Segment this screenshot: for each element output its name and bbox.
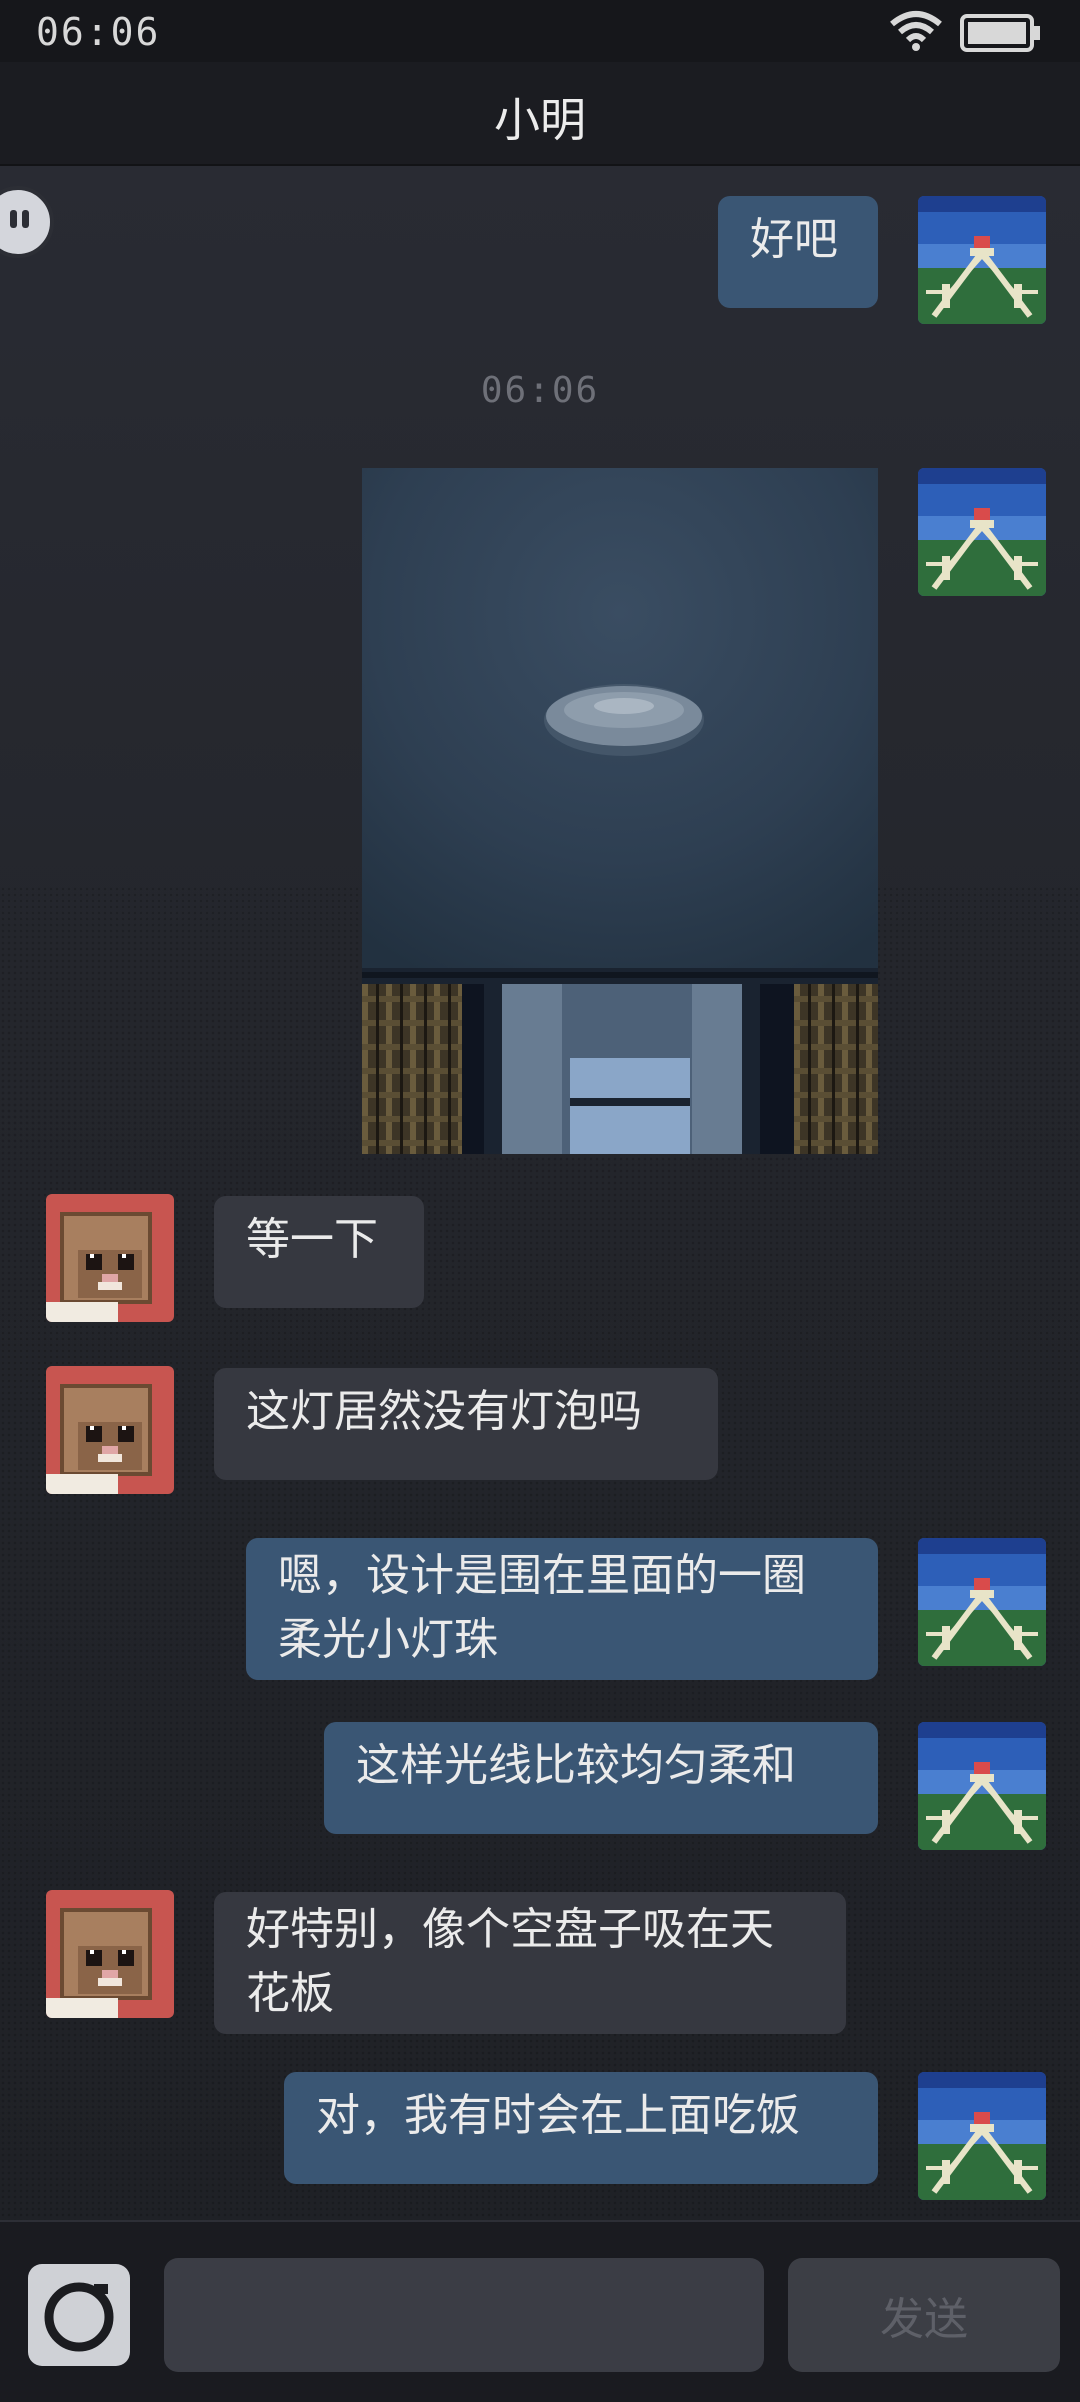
- message-timestamp: 06:06: [480, 370, 600, 411]
- battery-icon: [960, 14, 1040, 52]
- other-avatar[interactable]: [46, 1890, 174, 2018]
- my-avatar[interactable]: [918, 1538, 1046, 1666]
- wifi-icon: [890, 11, 942, 51]
- send-button[interactable]: 发送: [788, 2258, 1060, 2372]
- message-bubble[interactable]: 好特别，像个空盘子吸在天花板: [214, 1892, 846, 2034]
- message-composer: 发送: [0, 2220, 1080, 2402]
- status-time: 06:06: [36, 10, 161, 54]
- other-avatar[interactable]: [46, 1366, 174, 1494]
- status-bar: 06:06: [0, 0, 1080, 62]
- my-avatar[interactable]: [918, 196, 1046, 324]
- message-bubble[interactable]: 等一下: [214, 1196, 424, 1308]
- my-avatar[interactable]: [918, 2072, 1046, 2200]
- my-avatar[interactable]: [918, 1722, 1046, 1850]
- camera-icon: [44, 2282, 114, 2352]
- message-bubble[interactable]: 这灯居然没有灯泡吗: [214, 1368, 718, 1480]
- chat-header: 小明: [0, 62, 1080, 166]
- contact-name: 小明: [494, 93, 586, 147]
- other-avatar[interactable]: [46, 1194, 174, 1322]
- message-bubble[interactable]: 嗯，设计是围在里面的一圈柔光小灯珠: [246, 1538, 878, 1680]
- message-bubble[interactable]: 好吧: [718, 196, 878, 308]
- my-avatar[interactable]: [918, 468, 1046, 596]
- camera-button[interactable]: [28, 2264, 130, 2366]
- chat-area[interactable]: 好吧 06:06 等一下 这灯居然没有灯泡吗 嗯，设计是围在里面的一圈柔光小灯珠…: [0, 166, 1080, 2220]
- assistant-bot-icon[interactable]: [0, 186, 54, 258]
- message-input[interactable]: [164, 2258, 764, 2372]
- message-bubble[interactable]: 这样光线比较均匀柔和: [324, 1722, 878, 1834]
- ceiling-lamp-photo[interactable]: [362, 468, 878, 1154]
- message-bubble[interactable]: 对，我有时会在上面吃饭: [284, 2072, 878, 2184]
